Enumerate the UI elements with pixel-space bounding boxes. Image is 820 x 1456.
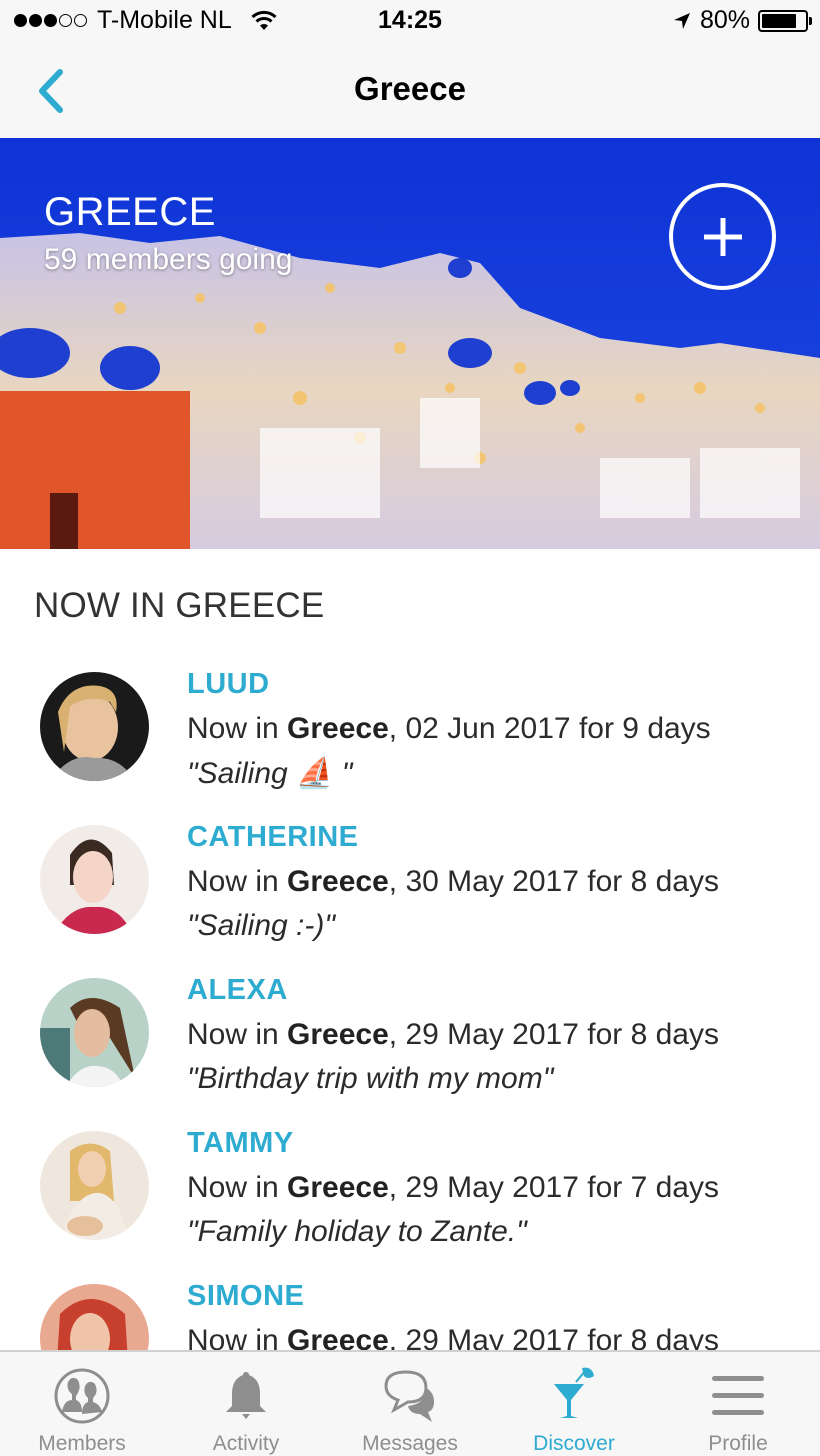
member-trip-detail: Now in Greece, 29 May 2017 for 7 days [187,1171,719,1205]
chat-bubbles-icon [384,1370,434,1422]
avatar-photo [40,978,149,1087]
member-name[interactable]: SIMONE [187,1280,304,1313]
tab-messages[interactable]: Messages [328,1352,492,1456]
tab-label: Discover [533,1432,615,1455]
detail-dates: , 29 May 2017 for 8 days [388,1018,719,1051]
avatar[interactable] [40,825,149,934]
member-trip-detail: Now in Greece, 02 Jun 2017 for 9 days [187,712,711,746]
hamburger-menu-icon [712,1376,764,1415]
member-name[interactable]: CATHERINE [187,821,359,854]
avatar[interactable] [40,672,149,781]
location-arrow-icon [673,12,690,29]
detail-prefix: Now in [187,712,288,745]
member-row[interactable]: ALEXA Now in Greece, 29 May 2017 for 8 d… [0,966,820,1119]
section-title: NOW IN GREECE [34,586,325,625]
detail-dates: , 29 May 2017 for 7 days [388,1171,719,1204]
cocktail-icon [554,1367,594,1418]
add-trip-button[interactable] [669,183,776,290]
tab-activity[interactable]: Activity [164,1352,328,1456]
detail-place: Greece [287,1018,389,1051]
detail-prefix: Now in [187,865,288,898]
tab-label: Profile [708,1432,768,1455]
detail-prefix: Now in [187,1171,288,1204]
members-icon [54,1368,110,1424]
member-row[interactable]: CATHERINE Now in Greece, 30 May 2017 for… [0,813,820,966]
tab-members[interactable]: Members [0,1352,164,1456]
member-name[interactable]: TAMMY [187,1127,294,1160]
detail-place: Greece [287,865,389,898]
bell-icon [226,1372,266,1419]
member-row[interactable]: LUUD Now in Greece, 02 Jun 2017 for 9 da… [0,660,820,813]
member-name[interactable]: ALEXA [187,974,288,1007]
battery-icon [758,9,812,32]
detail-dates: , 02 Jun 2017 for 9 days [388,712,711,745]
detail-prefix: Now in [187,1018,288,1051]
avatar-photo [40,825,149,934]
member-quote: "Sailing :-)" [187,909,336,942]
member-trip-detail: Now in Greece, 30 May 2017 for 8 days [187,865,719,899]
member-quote: "Sailing ⛵ " [187,757,353,790]
avatar-photo [40,672,149,781]
member-quote: "Birthday trip with my mom" [187,1062,554,1095]
tab-label: Members [38,1432,126,1455]
member-trip-detail: Now in Greece, 29 May 2017 for 8 days [187,1018,719,1052]
destination-hero: GREECE 59 members going [0,138,820,549]
navigation-bar: Greece [0,40,820,138]
tab-label: Messages [362,1432,458,1455]
status-bar: T-Mobile NL 14:25 80% [0,0,820,40]
destination-title: GREECE [44,190,216,234]
avatar[interactable] [40,978,149,1087]
status-right: 80% [672,6,812,35]
members-going-count: 59 members going [44,243,293,276]
member-quote: "Family holiday to Zante." [187,1215,527,1248]
detail-place: Greece [287,1171,389,1204]
member-row[interactable]: TAMMY Now in Greece, 29 May 2017 for 7 d… [0,1119,820,1272]
battery-fill [762,13,796,28]
member-name[interactable]: LUUD [187,668,270,701]
tab-bar: Members Activity Messages Discover Profi… [0,1350,820,1456]
avatar[interactable] [40,1131,149,1240]
tab-label: Activity [212,1432,280,1455]
battery-percent: 80% [699,6,750,34]
member-list: LUUD Now in Greece, 02 Jun 2017 for 9 da… [0,660,820,1425]
avatar-photo [40,1131,149,1240]
page-title: Greece [354,70,466,107]
tab-discover[interactable]: Discover [492,1352,656,1456]
detail-dates: , 30 May 2017 for 8 days [388,865,719,898]
tab-profile[interactable]: Profile [656,1352,820,1456]
detail-place: Greece [287,712,389,745]
